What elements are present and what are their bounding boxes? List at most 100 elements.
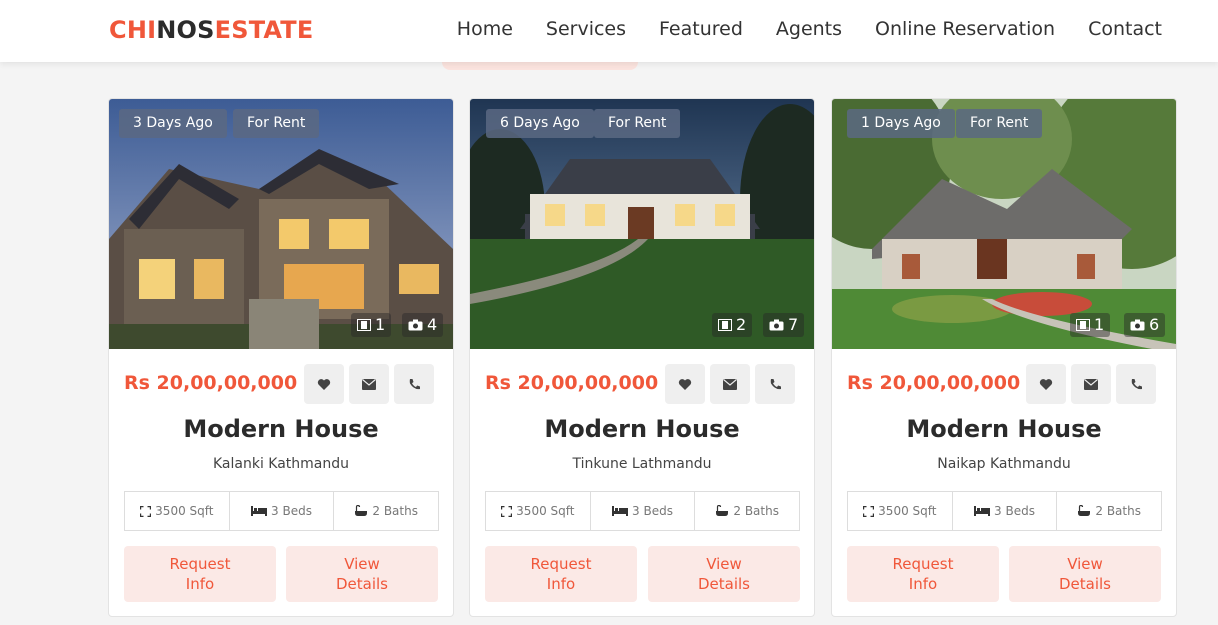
listing-photo[interactable]: 6 Days Ago For Rent 2 7 [470,99,814,349]
photo-count-value: 7 [788,315,799,334]
listing-photo[interactable]: 3 Days Ago For Rent 1 4 [109,99,453,349]
listing-location: Kalanki Kathmandu [212,456,350,472]
posted-badge: 6 Days Ago [486,109,594,138]
photo-count[interactable]: 4 [402,313,444,337]
brand-logo[interactable]: CHINOSESTATE [109,16,313,44]
spec-area: 3500 Sqft [125,492,230,530]
spec-baths-value: 2 Baths [372,504,418,518]
expand-icon [501,505,513,517]
nav-accent-bar [442,62,638,70]
listing-location: Naikap Kathmandu [937,456,1071,472]
request-info-button[interactable]: Request Info [124,546,276,602]
nav-online-reservation[interactable]: Online Reservation [875,18,1055,40]
listing-card: 6 Days Ago For Rent 2 7 Rs 20,00,00,000 … [469,98,815,617]
video-count[interactable]: 1 [351,313,392,337]
view-details-button[interactable]: View Details [648,546,800,602]
posted-badge: 3 Days Ago [119,109,227,138]
video-count-value: 2 [736,315,747,334]
status-badge: For Rent [594,109,681,138]
navbar: CHINOSESTATE Home Services Featured Agen… [0,0,1218,62]
nav-featured[interactable]: Featured [659,18,743,40]
photo-count[interactable]: 6 [1124,313,1166,337]
request-info-button[interactable]: Request Info [847,546,999,602]
bed-icon [974,506,991,516]
view-details-button[interactable]: View Details [286,546,438,602]
nav-services[interactable]: Services [546,18,626,40]
spec-beds-value: 3 Beds [632,504,673,518]
bath-icon [716,505,729,516]
brand-part-2: NOS [156,16,215,44]
brand-part-3: ESTATE [214,16,314,44]
view-details-label: View Details [697,555,750,593]
film-icon [1076,319,1090,331]
bed-icon [612,506,629,516]
nav-contact[interactable]: Contact [1088,18,1162,40]
heart-icon [1039,378,1053,390]
spec-baths: 2 Baths [1057,492,1161,530]
listing-specs: 3500 Sqft 3 Beds 2 Baths [847,491,1162,531]
main-nav: Home Services Featured Agents Online Res… [424,18,1162,40]
view-details-label: View Details [335,555,388,593]
spec-beds: 3 Beds [591,492,696,530]
film-icon [718,319,732,331]
view-details-button[interactable]: View Details [1009,546,1161,602]
spec-area: 3500 Sqft [848,492,953,530]
spec-baths: 2 Baths [695,492,799,530]
heart-icon [678,378,692,390]
camera-icon [1130,319,1145,331]
photo-count-value: 6 [1149,315,1160,334]
expand-icon [140,505,152,517]
listing-title[interactable]: Modern House [470,415,814,443]
listing-price: Rs 20,00,00,000 [485,372,659,394]
brand-part-1: CHI [109,16,157,44]
listing-photo[interactable]: 1 Days Ago For Rent 1 6 [832,99,1176,349]
request-info-label: Request Info [892,555,954,593]
request-info-button[interactable]: Request Info [485,546,637,602]
spec-area: 3500 Sqft [486,492,591,530]
heart-icon [317,378,331,390]
spec-beds: 3 Beds [230,492,335,530]
email-button[interactable] [349,364,389,404]
request-info-label: Request Info [169,555,231,593]
nav-home[interactable]: Home [457,18,513,40]
call-button[interactable] [755,364,795,404]
call-button[interactable] [1116,364,1156,404]
spec-area-value: 3500 Sqft [516,504,575,518]
favorite-button[interactable] [304,364,344,404]
call-button[interactable] [394,364,434,404]
listing-price: Rs 20,00,00,000 [124,372,298,394]
listing-title[interactable]: Modern House [832,415,1176,443]
listing-title[interactable]: Modern House [109,415,453,443]
posted-badge: 1 Days Ago [847,109,955,138]
phone-icon [770,378,781,389]
email-button[interactable] [1071,364,1111,404]
video-count[interactable]: 2 [712,313,753,337]
nav-agents[interactable]: Agents [776,18,842,40]
bath-icon [355,505,368,516]
view-details-label: View Details [1058,555,1111,593]
bath-icon [1078,505,1091,516]
film-icon [357,319,371,331]
listing-card: 3 Days Ago For Rent 1 4 Rs 20,00,00,000 … [108,98,454,617]
listing-specs: 3500 Sqft 3 Beds 2 Baths [124,491,439,531]
expand-icon [863,505,875,517]
spec-beds-value: 3 Beds [994,504,1035,518]
photo-count[interactable]: 7 [763,313,805,337]
listing-price: Rs 20,00,00,000 [847,372,1021,394]
envelope-icon [362,378,376,390]
spec-baths: 2 Baths [334,492,438,530]
camera-icon [408,319,423,331]
spec-beds-value: 3 Beds [271,504,312,518]
favorite-button[interactable] [1026,364,1066,404]
status-badge: For Rent [956,109,1043,138]
listing-specs: 3500 Sqft 3 Beds 2 Baths [485,491,800,531]
video-count-value: 1 [375,315,386,334]
phone-icon [1131,378,1142,389]
video-count[interactable]: 1 [1070,313,1111,337]
email-button[interactable] [710,364,750,404]
spec-area-value: 3500 Sqft [155,504,214,518]
video-count-value: 1 [1094,315,1105,334]
favorite-button[interactable] [665,364,705,404]
phone-icon [409,378,420,389]
listing-location: Tinkune Lathmandu [572,456,712,472]
